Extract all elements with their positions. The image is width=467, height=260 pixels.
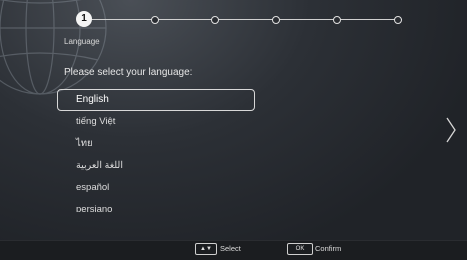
current-step-label: Language [64,37,100,46]
language-list[interactable]: English tiếng Việt ไทย اللغة العربية esp… [57,89,255,212]
language-option-vietnamese[interactable]: tiếng Việt [57,111,255,133]
select-hint: Select [220,244,241,253]
step-3 [211,16,219,24]
step-1-active: 1 [76,11,92,27]
ok-key-icon: OK [287,243,313,255]
chevron-right-icon[interactable] [445,117,457,143]
step-6 [394,16,402,24]
language-prompt: Please select your language: [64,67,193,78]
up-down-arrows-icon: ▲▼ [195,243,217,255]
language-option-arabic[interactable]: اللغة العربية [57,155,255,177]
language-option-thai[interactable]: ไทย [57,133,255,155]
language-option-english[interactable]: English [57,89,255,111]
wizard-stepper: 1 [76,11,406,31]
language-option-persian[interactable]: persiano [57,199,255,212]
language-option-spanish[interactable]: español [57,177,255,199]
step-4 [272,16,280,24]
confirm-hint: Confirm [315,244,342,253]
step-5 [333,16,341,24]
footer-bar: ▲▼ Select OK Confirm [0,240,467,260]
stepper-line [84,19,402,20]
step-2 [151,16,159,24]
